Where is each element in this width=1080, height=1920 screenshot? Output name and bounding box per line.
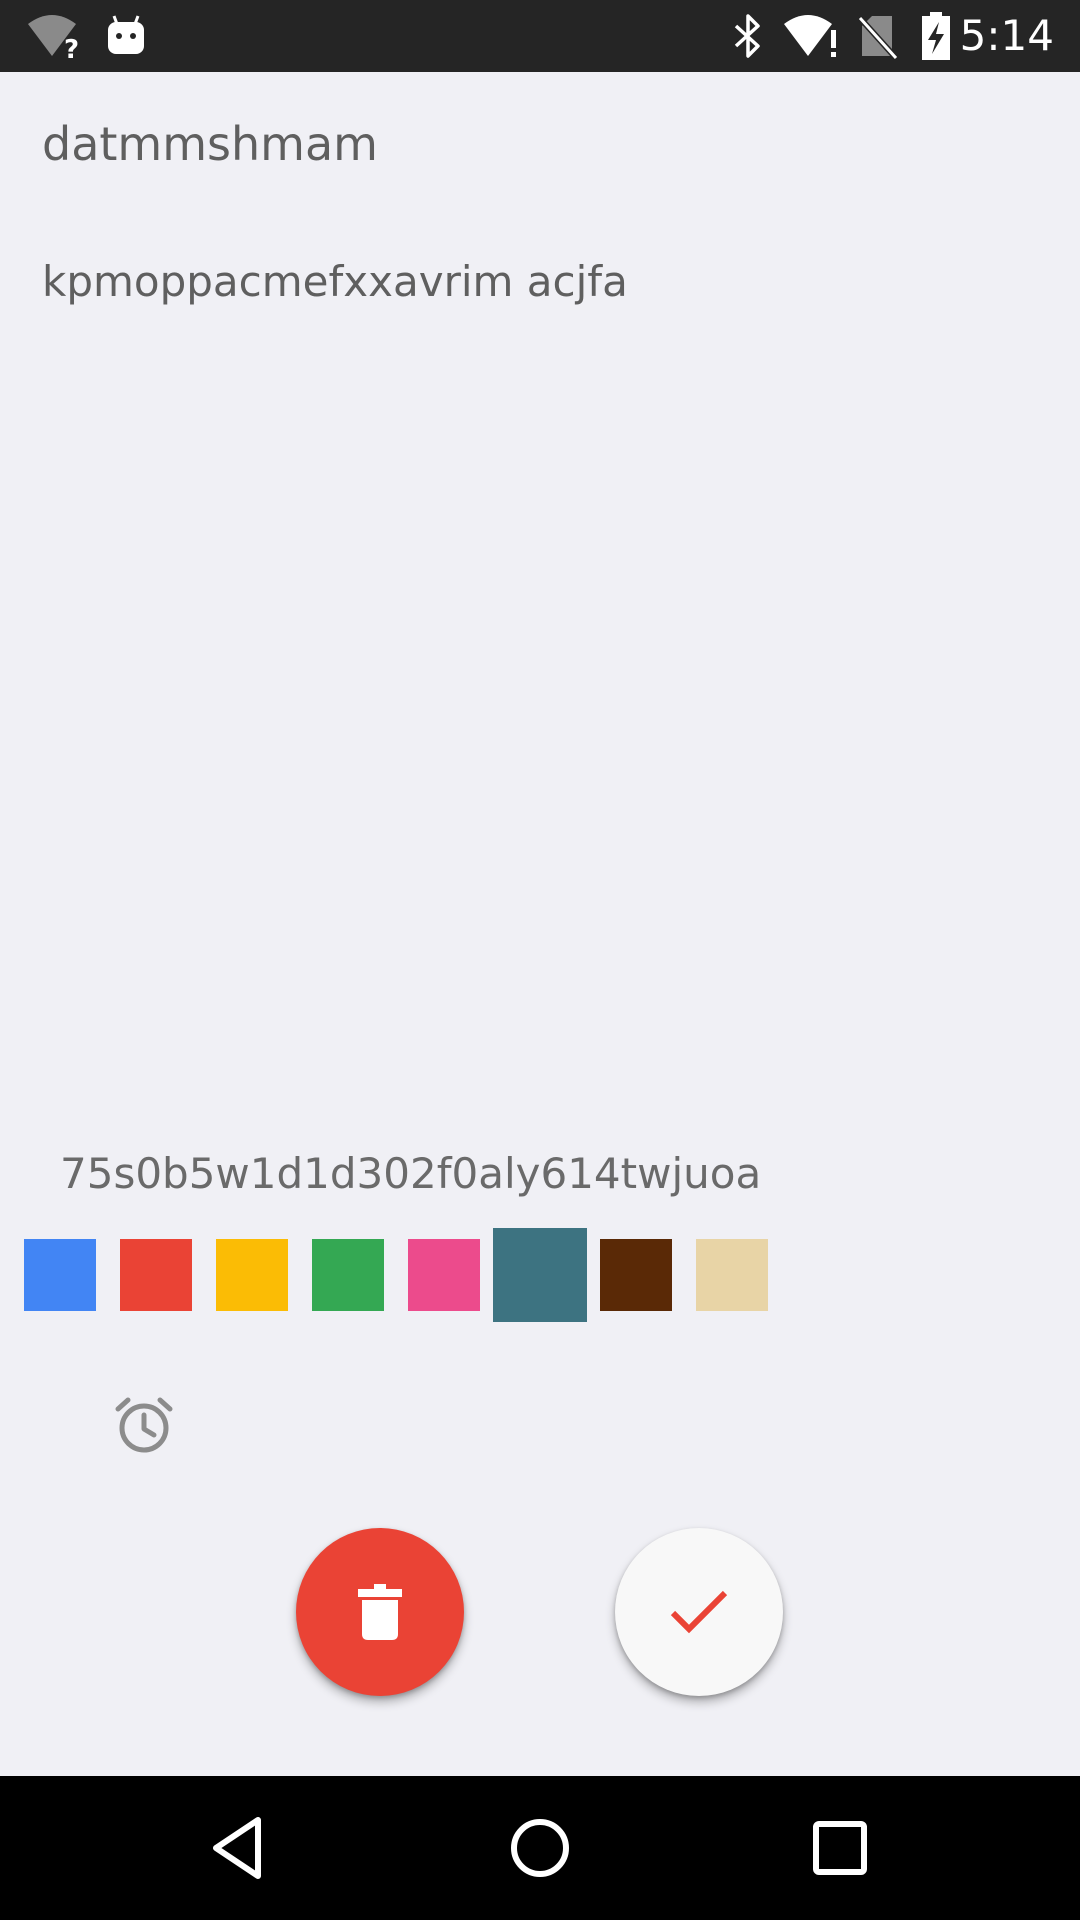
battery-charging-icon — [920, 12, 952, 60]
status-bar: ? 5:14 — [0, 0, 1080, 72]
set-reminder-button[interactable] — [112, 1393, 176, 1457]
alarm-clock-icon — [115, 1397, 173, 1453]
check-icon — [670, 1590, 728, 1634]
color-swatch-blue[interactable] — [24, 1239, 96, 1311]
wifi-alert-icon — [784, 12, 840, 60]
android-icon — [106, 12, 146, 60]
home-icon — [511, 1819, 569, 1877]
nav-home-button[interactable] — [500, 1808, 580, 1888]
nav-back-button[interactable] — [200, 1808, 280, 1888]
delete-note-button[interactable] — [296, 1528, 464, 1696]
color-swatch-teal[interactable] — [493, 1228, 587, 1322]
navigation-bar — [0, 1776, 1080, 1920]
color-swatch-red[interactable] — [120, 1239, 192, 1311]
save-note-button[interactable] — [615, 1528, 783, 1696]
note-title[interactable]: datmmshmam — [42, 112, 378, 176]
nav-recents-button[interactable] — [800, 1808, 880, 1888]
note-body[interactable]: kpmoppacmefxxavrim acjfa — [42, 250, 628, 314]
clock-time: 5:14 — [959, 11, 1054, 60]
back-icon — [213, 1817, 261, 1879]
color-swatch-yellow[interactable] — [216, 1239, 288, 1311]
color-swatch-pink[interactable] — [408, 1239, 480, 1311]
color-swatch-green[interactable] — [312, 1239, 384, 1311]
note-tag[interactable]: 75s0b5w1d1d302f0aly614twjuoa — [60, 1142, 761, 1206]
recents-icon — [813, 1821, 867, 1875]
wifi-unknown-icon: ? — [26, 12, 82, 60]
svg-text:?: ? — [64, 35, 79, 60]
color-swatch-brown[interactable] — [600, 1239, 672, 1311]
bluetooth-icon — [730, 12, 766, 60]
color-swatch-beige[interactable] — [696, 1239, 768, 1311]
trash-icon — [358, 1584, 402, 1640]
no-sim-icon — [858, 12, 898, 60]
